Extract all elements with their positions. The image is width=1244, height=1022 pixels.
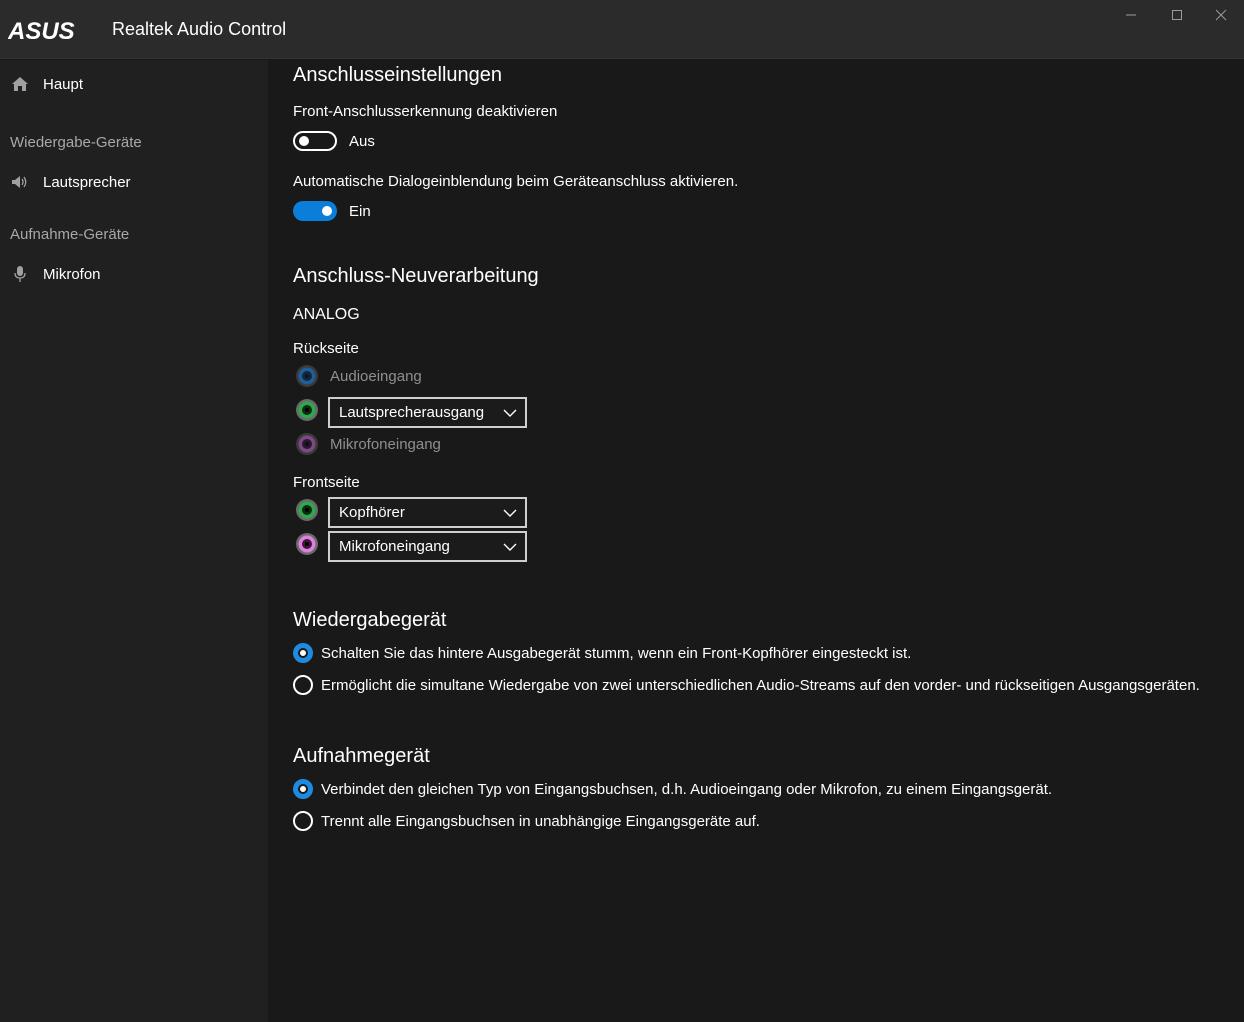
section-recording-devices: Aufnahme-Geräte <box>10 226 130 243</box>
select-value: Mikrofoneingang <box>339 538 450 555</box>
heading-recording-device: Aufnahmegerät <box>293 745 430 767</box>
auto-popup-label: Automatische Dialogeinblendung beim Gerä… <box>293 173 739 190</box>
maximize-button[interactable] <box>1154 0 1200 30</box>
maximize-icon <box>1172 10 1182 20</box>
minimize-icon <box>1126 14 1136 16</box>
sidebar-item-lautsprecher[interactable]: Lautsprecher <box>0 164 268 200</box>
radio-dot <box>298 648 308 658</box>
recording-option-combine[interactable] <box>293 779 313 799</box>
rear-jack-select[interactable]: Lautsprecherausgang <box>328 397 527 428</box>
chevron-down-icon <box>503 543 517 551</box>
sidebar-item-label: Haupt <box>43 75 84 93</box>
analog-label: ANALOG <box>293 306 360 323</box>
playback-option-label: Ermöglicht die simultane Wiedergabe von … <box>321 677 1200 694</box>
title-bar: ASUS Realtek Audio Control <box>0 0 1244 59</box>
app-title: Realtek Audio Control <box>112 19 287 39</box>
rear-jack-audio-in: Audioeingang <box>330 368 422 385</box>
recording-option-separate[interactable] <box>293 811 313 831</box>
front-detect-toggle[interactable] <box>293 131 337 151</box>
speaker-icon <box>11 173 29 191</box>
rear-jack-mic-in: Mikrofoneingang <box>330 436 441 453</box>
sidebar: Haupt Wiedergabe-Geräte Lautsprecher Auf… <box>0 60 268 1022</box>
front-detect-state: Aus <box>349 133 375 150</box>
close-icon <box>1215 9 1227 21</box>
playback-option-mute-rear[interactable] <box>293 643 313 663</box>
auto-popup-toggle[interactable] <box>293 201 337 221</box>
svg-text:ASUS: ASUS <box>8 20 75 42</box>
sidebar-item-label: Lautsprecher <box>43 173 131 191</box>
rear-label: Rückseite <box>293 340 359 357</box>
front-jack-mic-select[interactable]: Mikrofoneingang <box>328 531 527 562</box>
minimize-button[interactable] <box>1108 0 1154 30</box>
select-value: Lautsprecherausgang <box>339 404 485 421</box>
sidebar-item-label: Mikrofon <box>43 265 101 283</box>
front-label: Frontseite <box>293 474 360 491</box>
playback-option-multistream[interactable] <box>293 675 313 695</box>
home-icon <box>11 75 29 93</box>
select-value: Kopfhörer <box>339 504 405 521</box>
jack-icon <box>296 399 318 421</box>
jack-icon <box>296 433 318 455</box>
front-detect-label: Front-Anschlusserkennung deaktivieren <box>293 103 558 120</box>
chevron-down-icon <box>503 409 517 417</box>
chevron-down-icon <box>503 509 517 517</box>
heading-retasking: Anschluss-Neuverarbeitung <box>293 265 539 287</box>
sidebar-item-mikrofon[interactable]: Mikrofon <box>0 256 268 292</box>
jack-icon <box>296 365 318 387</box>
auto-popup-state: Ein <box>349 203 371 220</box>
jack-icon <box>296 533 318 555</box>
microphone-icon <box>11 265 29 283</box>
recording-option-label: Trennt alle Eingangsbuchsen in unabhängi… <box>321 813 760 830</box>
recording-option-label: Verbindet den gleichen Typ von Eingangsb… <box>321 781 1053 798</box>
heading-playback-device: Wiedergabegerät <box>293 609 447 631</box>
sidebar-item-haupt[interactable]: Haupt <box>0 66 268 102</box>
toggle-knob <box>299 136 309 146</box>
playback-option-label: Schalten Sie das hintere Ausgabegerät st… <box>321 645 912 662</box>
main-content: Anschlusseinstellungen Front-Anschlusser… <box>268 60 1244 1022</box>
close-button[interactable] <box>1198 0 1244 30</box>
toggle-knob <box>322 206 332 216</box>
asus-logo: ASUS <box>8 20 75 42</box>
section-playback-devices: Wiedergabe-Geräte <box>10 134 142 151</box>
jack-icon <box>296 499 318 521</box>
front-jack-headphone-select[interactable]: Kopfhörer <box>328 497 527 528</box>
heading-connector-settings: Anschlusseinstellungen <box>293 64 503 86</box>
radio-dot <box>298 784 308 794</box>
